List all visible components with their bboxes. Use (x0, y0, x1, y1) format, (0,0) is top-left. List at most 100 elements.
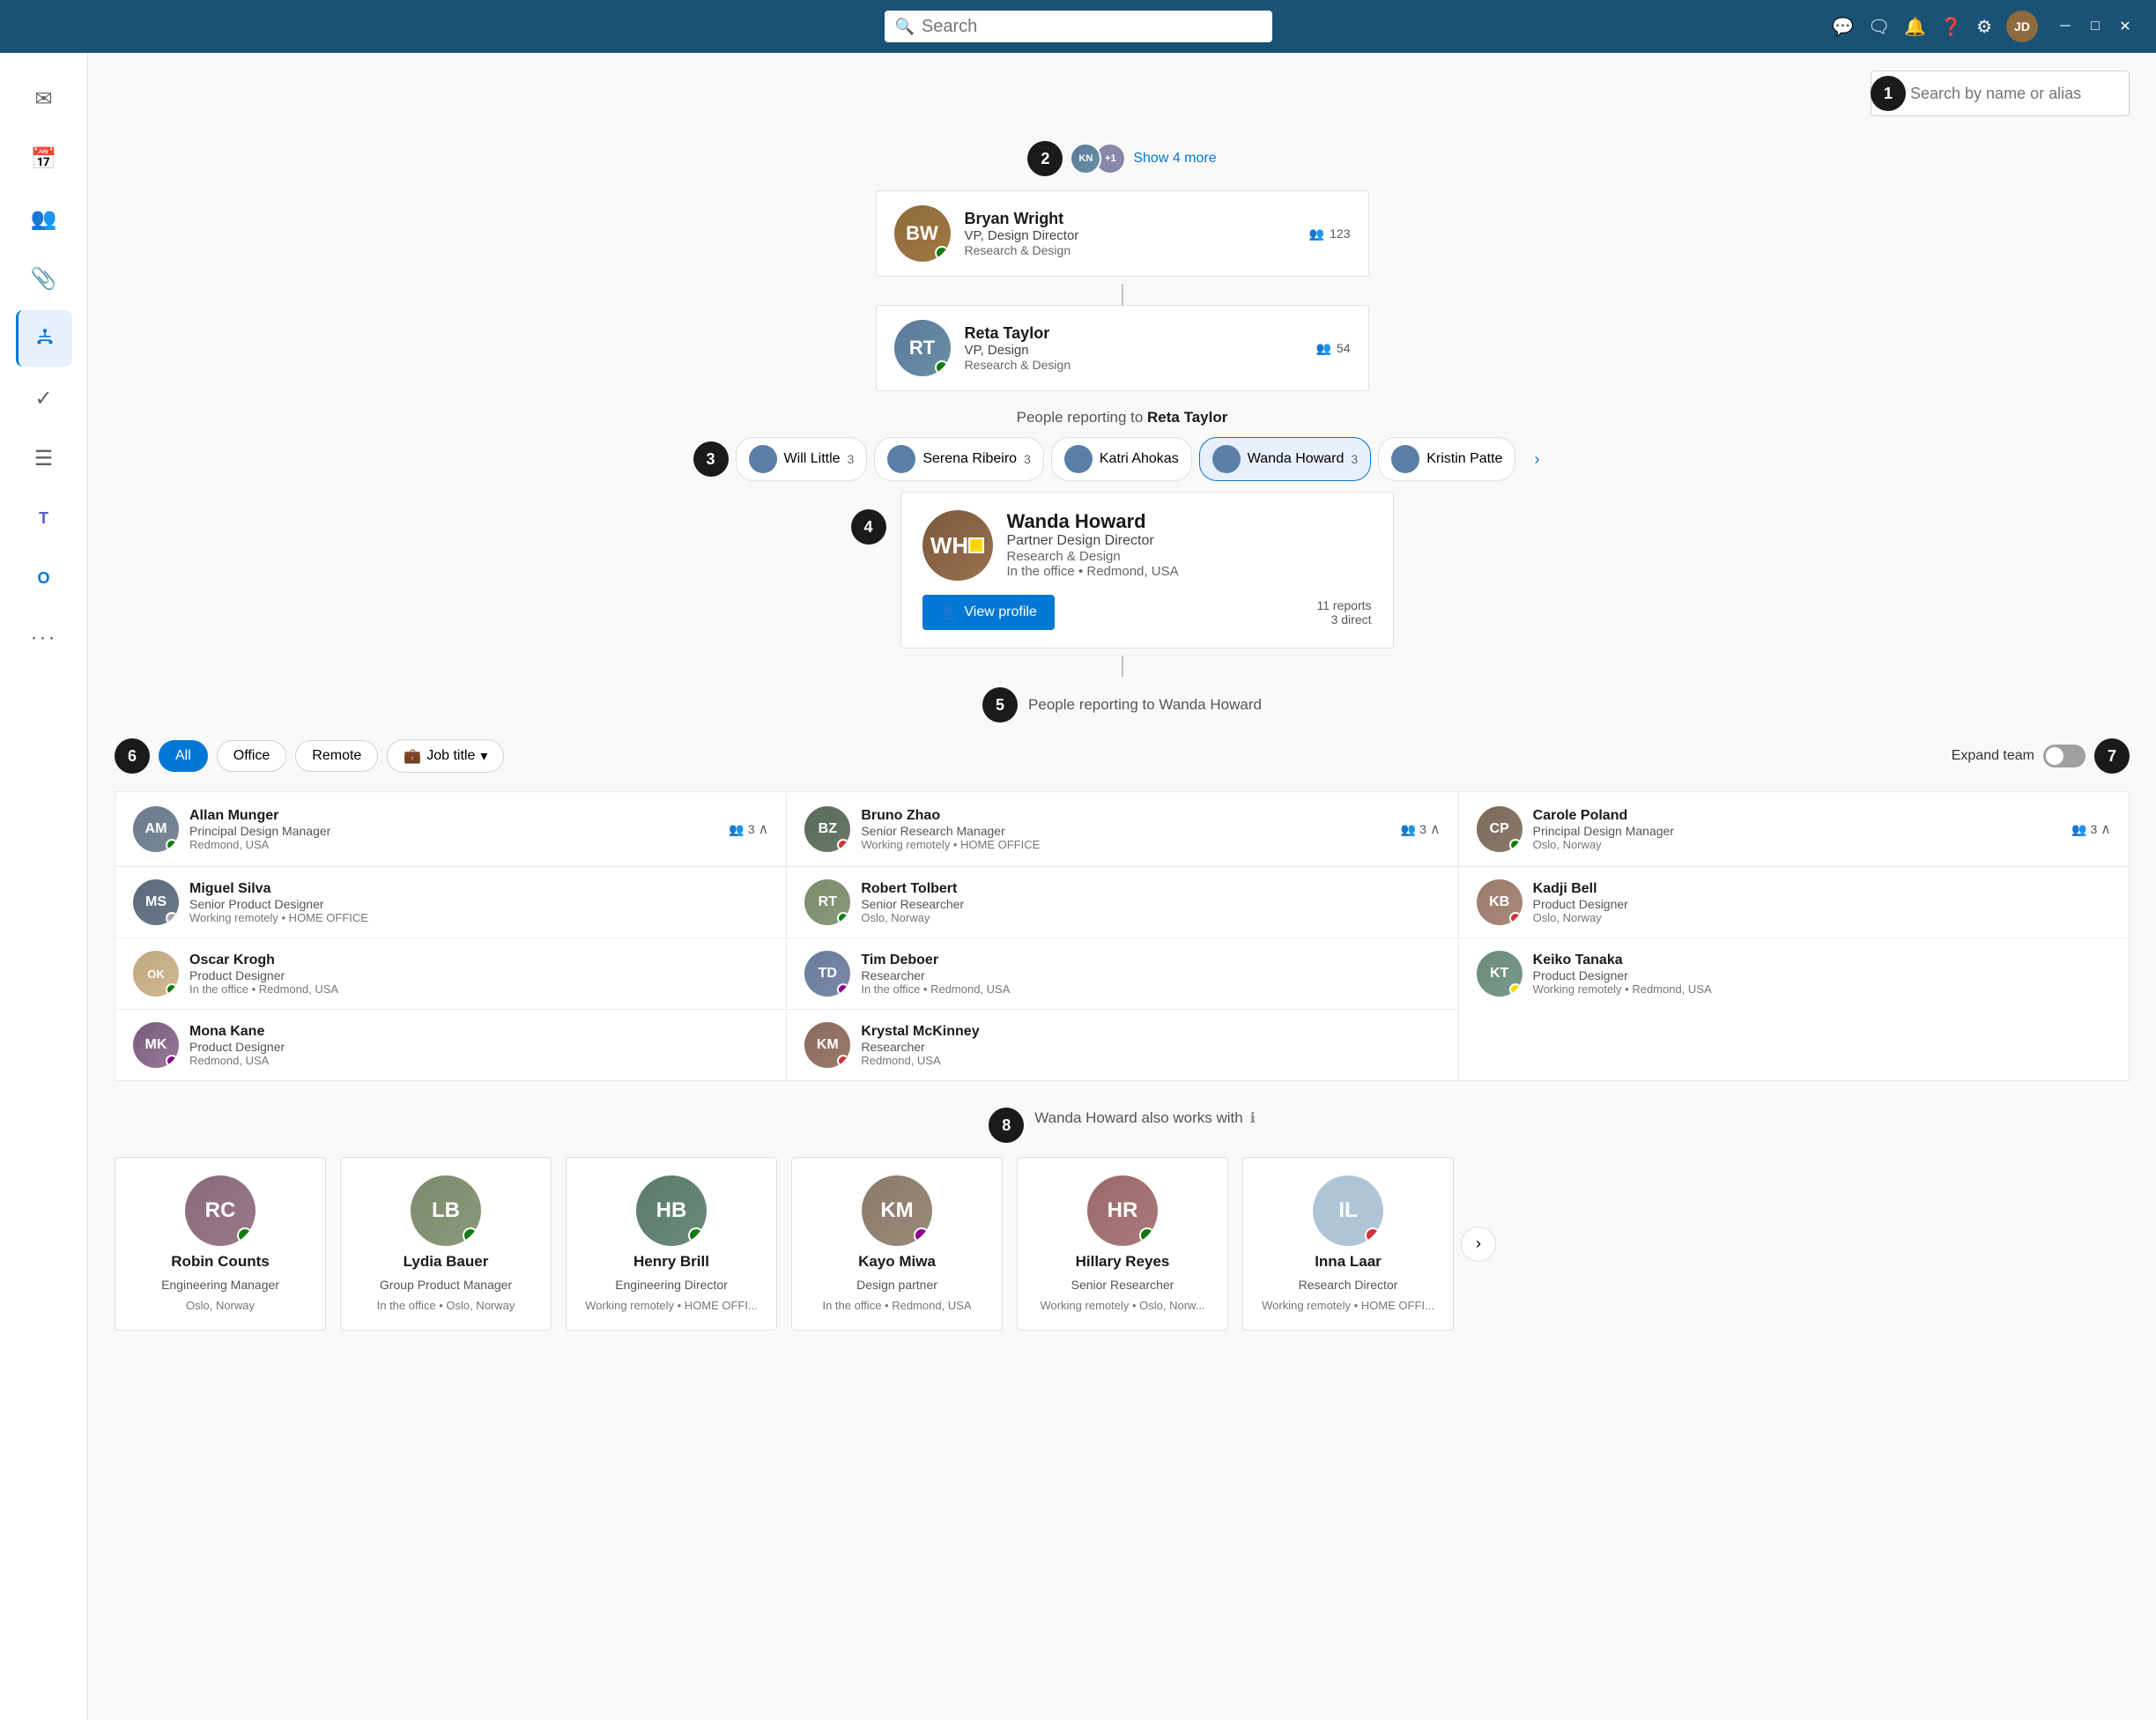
reporting-to-wanda-label: People reporting to Wanda Howard (1028, 696, 1262, 714)
carole-chevron[interactable]: ∧ (2100, 820, 2111, 838)
robert-info: Robert Tolbert Senior Researcher Oslo, N… (861, 881, 1440, 924)
robin-name: Robin Counts (171, 1253, 269, 1271)
bruno-zhao-header[interactable]: BZ Bruno Zhao Senior Research Manager Wo… (787, 792, 1457, 867)
krystal-mckinney-row[interactable]: KM Krystal McKinney Researcher Redmond, … (787, 1010, 1457, 1080)
avatar[interactable]: JD (2006, 11, 2038, 42)
chat-icon[interactable]: 💬 (1832, 16, 1854, 38)
robert-avatar: RT (804, 879, 850, 925)
search-by-name-input[interactable] (1871, 70, 2130, 116)
keiko-avatar: KT (1477, 951, 1523, 997)
lydia-bauer-card[interactable]: LB Lydia Bauer Group Product Manager In … (340, 1157, 552, 1331)
view-profile-button[interactable]: 👤 View profile (922, 595, 1055, 630)
henry-brill-card[interactable]: HB Henry Brill Engineering Director Work… (566, 1157, 777, 1331)
annotation-3: 3 (693, 441, 729, 477)
carole-location: Oslo, Norway (1533, 838, 2061, 851)
bryan-status (935, 246, 949, 260)
hillary-reyes-card[interactable]: HR Hillary Reyes Senior Researcher Worki… (1017, 1157, 1228, 1331)
bruno-title: Senior Research Manager (861, 824, 1389, 838)
reta-avatar: RT (894, 320, 951, 376)
inna-laar-card[interactable]: IL Inna Laar Research Director Working r… (1242, 1157, 1454, 1331)
filter-job-title-button[interactable]: 💼 Job title ▾ (387, 739, 504, 773)
chip-serena-ribeiro[interactable]: Serena Ribeiro 3 (874, 437, 1044, 481)
sidebar-item-people[interactable]: 👥 (16, 190, 72, 247)
filter-remote-button[interactable]: Remote (295, 740, 378, 772)
keiko-location: Working remotely • Redmond, USA (1533, 982, 2111, 996)
settings-icon[interactable]: ⚙ (1976, 16, 1992, 38)
close-button[interactable]: ✕ (2112, 13, 2138, 40)
miguel-location: Working remotely • HOME OFFICE (189, 911, 768, 924)
henry-name: Henry Brill (633, 1253, 709, 1271)
filter-all-button[interactable]: All (159, 740, 208, 772)
miguel-silva-row[interactable]: MS Miguel Silva Senior Product Designer … (115, 867, 786, 938)
comment-icon[interactable]: 🗨 (1868, 16, 1890, 38)
carole-poland-header[interactable]: CP Carole Poland Principal Design Manage… (1459, 792, 2129, 867)
inna-location: Working remotely • HOME OFFI... (1262, 1299, 1434, 1312)
show-4-more-button[interactable]: Show 4 more (1133, 151, 1216, 167)
also-works-next-button[interactable]: › (1461, 1227, 1496, 1262)
wanda-name: Wanda Howard (1007, 510, 1372, 533)
chip-will-little[interactable]: Will Little 3 (736, 437, 868, 481)
robin-title: Engineering Manager (161, 1278, 279, 1292)
help-icon[interactable]: ❓ (1940, 16, 1962, 38)
titlebar-search-input[interactable] (922, 17, 1262, 37)
kadji-name: Kadji Bell (1533, 881, 2111, 897)
sidebar-item-calendar[interactable]: 📅 (16, 130, 72, 187)
lydia-avatar: LB (411, 1175, 481, 1246)
expand-toggle-switch[interactable] (2043, 745, 2086, 767)
kristin-chip-avatar (1391, 445, 1419, 473)
bryan-wright-card[interactable]: BW Bryan Wright VP, Design Director Rese… (876, 190, 1369, 277)
sidebar: ✉ 📅 👥 📎 ✓ ☰ T O ··· (0, 53, 88, 1720)
chip-kristin-patte[interactable]: Kristin Patte (1378, 437, 1515, 481)
kadji-bell-row[interactable]: KB Kadji Bell Product Designer Oslo, Nor… (1459, 867, 2129, 938)
expand-team-toggle: Expand team 7 (1952, 738, 2130, 774)
sidebar-item-lists[interactable]: ☰ (16, 430, 72, 486)
mona-name: Mona Kane (189, 1024, 768, 1040)
chips-more-button[interactable]: › (1523, 445, 1551, 473)
wanda-status (968, 538, 984, 553)
tim-location: In the office • Redmond, USA (861, 982, 1440, 996)
reta-taylor-card[interactable]: RT Reta Taylor VP, Design Research & Des… (876, 305, 1369, 391)
kayo-avatar: KM (862, 1175, 932, 1246)
lydia-location: In the office • Oslo, Norway (377, 1299, 515, 1312)
reporting-chips-row: Will Little 3 Serena Ribeiro 3 Katri Aho… (736, 437, 1552, 481)
team-grid: AM Allan Munger Principal Design Manager… (115, 791, 2130, 1081)
robert-tolbert-row[interactable]: RT Robert Tolbert Senior Researcher Oslo… (787, 867, 1457, 938)
serena-chip-name: Serena Ribeiro (922, 451, 1017, 467)
minimize-button[interactable]: ─ (2052, 13, 2078, 40)
mona-kane-row[interactable]: MK Mona Kane Product Designer Redmond, U… (115, 1010, 786, 1080)
allan-chevron[interactable]: ∧ (759, 820, 769, 838)
keiko-tanaka-row[interactable]: KT Keiko Tanaka Product Designer Working… (1459, 938, 2129, 1009)
filter-office-button[interactable]: Office (217, 740, 287, 772)
bryan-reports: 👥 123 (1309, 226, 1351, 241)
lydia-status (463, 1227, 478, 1243)
oscar-krogh-row[interactable]: OK Oscar Krogh Product Designer In the o… (115, 938, 786, 1010)
wanda-reports-count: 11 reports 3 direct (1317, 598, 1372, 626)
titlebar-search-box[interactable]: 🔍 (885, 11, 1272, 42)
sidebar-item-teams[interactable]: T (16, 490, 72, 546)
sidebar-item-more[interactable]: ··· (16, 610, 72, 666)
kadji-avatar: KB (1477, 879, 1523, 925)
robin-avatar: RC (185, 1175, 256, 1246)
sidebar-item-mail[interactable]: ✉ (16, 70, 72, 127)
chip-katri-ahokas[interactable]: Katri Ahokas (1051, 437, 1192, 481)
sidebar-item-attachments[interactable]: 📎 (16, 250, 72, 307)
sidebar-item-org[interactable] (16, 310, 72, 367)
tim-status (837, 983, 849, 996)
kayo-miwa-card[interactable]: KM Kayo Miwa Design partner In the offic… (791, 1157, 1003, 1331)
maximize-button[interactable]: □ (2082, 13, 2108, 40)
allan-location: Redmond, USA (189, 838, 718, 851)
allan-munger-header[interactable]: AM Allan Munger Principal Design Manager… (115, 792, 786, 867)
robin-counts-card[interactable]: RC Robin Counts Engineering Manager Oslo… (115, 1157, 326, 1331)
tim-deboer-row[interactable]: TD Tim Deboer Researcher In the office •… (787, 938, 1457, 1010)
bruno-chevron[interactable]: ∧ (1430, 820, 1441, 838)
oscar-status (166, 983, 178, 996)
bruno-location: Working remotely • HOME OFFICE (861, 838, 1389, 851)
bell-icon[interactable]: 🔔 (1904, 16, 1926, 38)
wanda-info: Wanda Howard Partner Design Director Res… (1007, 510, 1372, 579)
sidebar-item-tasks[interactable]: ✓ (16, 370, 72, 426)
bryan-name: Bryan Wright (965, 210, 1295, 228)
will-chip-count: 3 (848, 452, 855, 466)
kayo-title: Design partner (856, 1278, 937, 1292)
sidebar-item-outlook[interactable]: O (16, 550, 72, 606)
chip-wanda-howard[interactable]: Wanda Howard 3 (1199, 437, 1371, 481)
